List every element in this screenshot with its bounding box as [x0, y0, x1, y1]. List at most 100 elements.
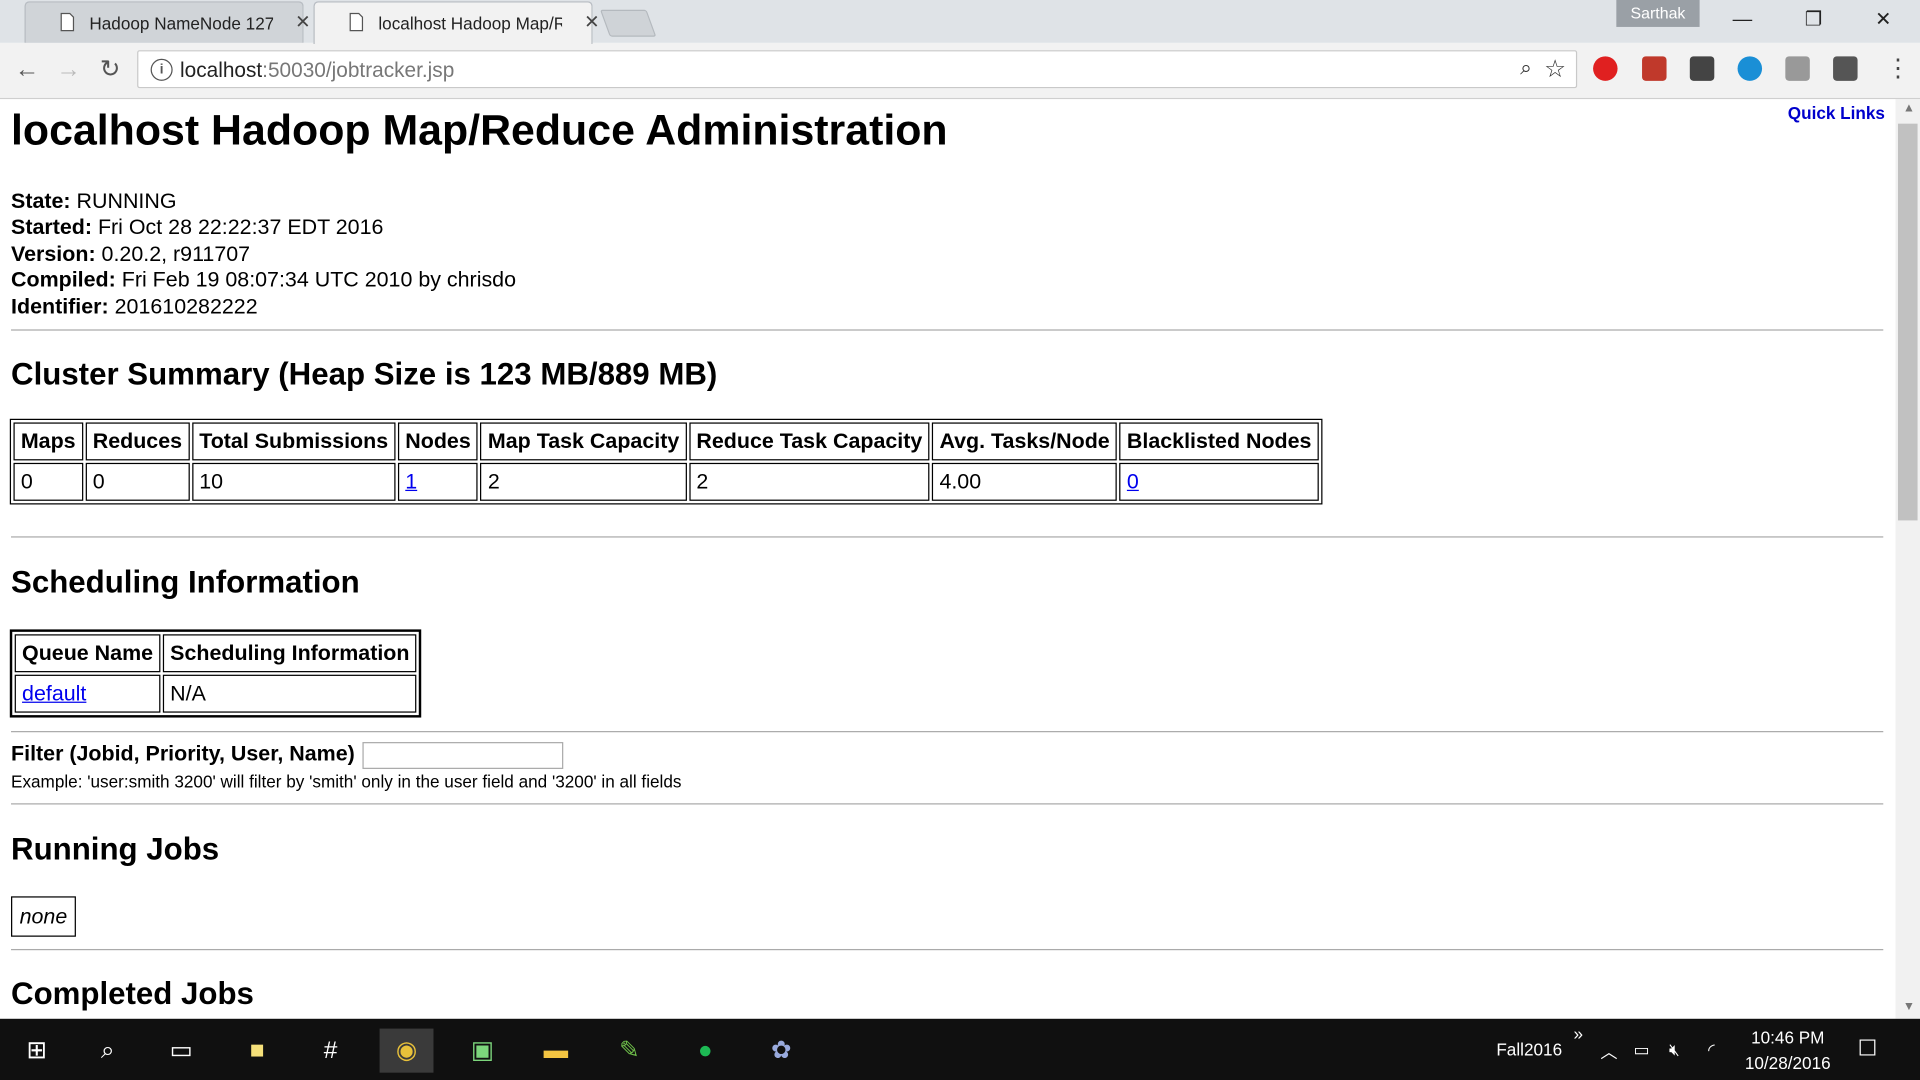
new-tab-button[interactable]: [600, 9, 657, 37]
file-explorer-icon[interactable]: ▬: [529, 1029, 583, 1073]
table-header: Total Submissions: [191, 422, 396, 461]
table-cell: 4.00: [932, 462, 1118, 501]
table-header-row: Maps Reduces Total Submissions Nodes Map…: [13, 422, 1319, 461]
circle-icon[interactable]: [1737, 56, 1763, 81]
divider: [11, 329, 1884, 331]
table-row: default N/A: [14, 674, 417, 713]
table-header: Scheduling Information: [162, 634, 417, 673]
queue-default-link[interactable]: default: [22, 681, 86, 705]
show-hidden-icon[interactable]: ︿: [1600, 1040, 1617, 1064]
address-bar[interactable]: i localhost:50030/jobtracker.jsp ⌕ ☆: [137, 50, 1578, 89]
completed-jobs-heading: Completed Jobs: [11, 977, 254, 1012]
table-cell: default: [14, 674, 161, 713]
clock-time: 10:46 PM: [1751, 1027, 1825, 1047]
table-header: Maps: [13, 422, 83, 461]
cluster-summary-table: Maps Reduces Total Submissions Nodes Map…: [9, 418, 1323, 505]
scrollbar-thumb[interactable]: [1897, 123, 1918, 521]
filter-input[interactable]: [362, 742, 564, 769]
menu-icon[interactable]: ⋮: [1886, 53, 1910, 84]
profile-button[interactable]: Sarthak: [1616, 0, 1700, 27]
close-window-icon[interactable]: ✕: [1855, 6, 1911, 35]
task-view-icon[interactable]: ▭: [154, 1029, 208, 1073]
running-jobs-none: none: [11, 896, 76, 937]
info-version: Version: 0.20.2, r911707: [11, 240, 251, 266]
clock[interactable]: 10:46 PM 10/28/2016: [1739, 1025, 1837, 1076]
tray-folder-label[interactable]: Fall2016: [1496, 1040, 1562, 1060]
info-identifier: Identifier: 201610282222: [11, 293, 258, 318]
divider: [11, 731, 1884, 733]
chrome-icon[interactable]: ◉: [379, 1028, 434, 1073]
pdf-icon[interactable]: [1642, 56, 1667, 81]
zoom-icon[interactable]: ⌕: [1520, 56, 1532, 80]
filter-example: Example: 'user:smith 3200' will filter b…: [11, 771, 682, 792]
table-header-row: Queue Name Scheduling Information: [14, 634, 417, 673]
running-jobs-heading: Running Jobs: [11, 832, 220, 867]
terminal-icon[interactable]: ▣: [456, 1029, 510, 1073]
divider: [11, 803, 1884, 805]
paint-icon[interactable]: ✿: [754, 1029, 808, 1073]
table-cell: 10: [191, 462, 396, 501]
table-header: Queue Name: [14, 634, 161, 673]
table-header: Reduce Task Capacity: [689, 422, 930, 461]
blacklisted-nodes-link[interactable]: 0: [1127, 469, 1139, 493]
bookmark-star-icon[interactable]: ☆: [1544, 54, 1566, 85]
table-header: Blacklisted Nodes: [1119, 422, 1319, 461]
tab-title: localhost Hadoop Map/R: [378, 13, 563, 34]
search-icon[interactable]: ⌕: [81, 1029, 135, 1073]
divider: [11, 948, 1884, 951]
table-header: Reduces: [85, 422, 190, 461]
sticky-notes-icon[interactable]: ■: [230, 1029, 284, 1073]
info-compiled: Compiled: Fri Feb 19 08:07:34 UTC 2010 b…: [11, 267, 517, 292]
tab-strip: Hadoop NameNode 127 ✕ localhost Hadoop M…: [0, 0, 1920, 45]
divider: [11, 536, 1884, 538]
info-started: Started: Fri Oct 28 22:22:37 EDT 2016: [11, 214, 384, 240]
spotify-icon[interactable]: ●: [678, 1029, 732, 1073]
scroll-up-icon[interactable]: ▲: [1903, 102, 1915, 115]
chevron-icon[interactable]: »: [1573, 1024, 1583, 1044]
nodes-link[interactable]: 1: [405, 469, 417, 493]
page-title: localhost Hadoop Map/Reduce Administrati…: [11, 106, 948, 155]
info-state: State: RUNNING: [11, 188, 177, 214]
filter-label: Filter (Jobid, Priority, User, Name): [11, 740, 355, 766]
minimize-icon[interactable]: —: [1714, 6, 1770, 35]
restore-icon[interactable]: ❐: [1785, 6, 1841, 35]
tab-jobtracker[interactable]: localhost Hadoop Map/R ✕: [313, 1, 599, 45]
page-icon: [60, 12, 75, 32]
opera-icon[interactable]: [1593, 56, 1618, 81]
scheduling-heading: Scheduling Information: [11, 565, 360, 601]
battery-icon[interactable]: ▭: [1633, 1040, 1649, 1061]
cluster-summary-heading: Cluster Summary (Heap Size is 123 MB/889…: [11, 357, 718, 392]
back-icon[interactable]: ←: [12, 55, 41, 84]
close-icon[interactable]: ✕: [584, 11, 599, 33]
close-icon[interactable]: ✕: [295, 11, 310, 33]
table-cell: 1: [397, 462, 479, 501]
reload-icon[interactable]: ↻: [96, 55, 125, 84]
filter-row: Filter (Jobid, Priority, User, Name): [11, 740, 564, 769]
tab-title: Hadoop NameNode 127: [89, 13, 274, 34]
notepad-icon[interactable]: ✎: [602, 1029, 656, 1073]
quick-links-link[interactable]: Quick Links: [1782, 101, 1890, 124]
url-text: localhost:50030/jobtracker.jsp: [180, 58, 455, 83]
page-scrollbar[interactable]: ▲ ▼: [1895, 99, 1920, 1019]
forward-icon[interactable]: →: [54, 55, 83, 84]
mail-icon[interactable]: [1833, 56, 1858, 81]
jobtracker-info: State: RUNNING Started: Fri Oct 28 22:22…: [11, 189, 516, 320]
page-content: localhost Hadoop Map/Reduce Administrati…: [0, 99, 1896, 1019]
volume-mute-icon[interactable]: 🔇︎: [1669, 1040, 1680, 1061]
table-row: 0 0 10 1 2 2 4.00 0: [13, 462, 1319, 501]
info-icon[interactable]: i: [150, 58, 173, 81]
square-icon[interactable]: [1785, 56, 1810, 81]
pocket-icon[interactable]: [1689, 56, 1715, 81]
windows-start-icon[interactable]: ⊞: [10, 1029, 64, 1073]
table-header: Avg. Tasks/Node: [932, 422, 1118, 461]
scroll-down-icon[interactable]: ▼: [1903, 1000, 1915, 1013]
scheduling-table: Queue Name Scheduling Information defaul…: [9, 629, 422, 718]
action-center-icon[interactable]: ☐: [1858, 1036, 1878, 1062]
table-cell: 2: [480, 462, 687, 501]
tab-namenode[interactable]: Hadoop NameNode 127 ✕: [24, 1, 311, 43]
table-header: Map Task Capacity: [480, 422, 687, 461]
table-cell: 0: [1119, 462, 1319, 501]
slack-icon[interactable]: #: [304, 1029, 358, 1073]
clock-date: 10/28/2016: [1744, 1053, 1831, 1073]
wifi-icon[interactable]: ◜: [1708, 1040, 1715, 1061]
